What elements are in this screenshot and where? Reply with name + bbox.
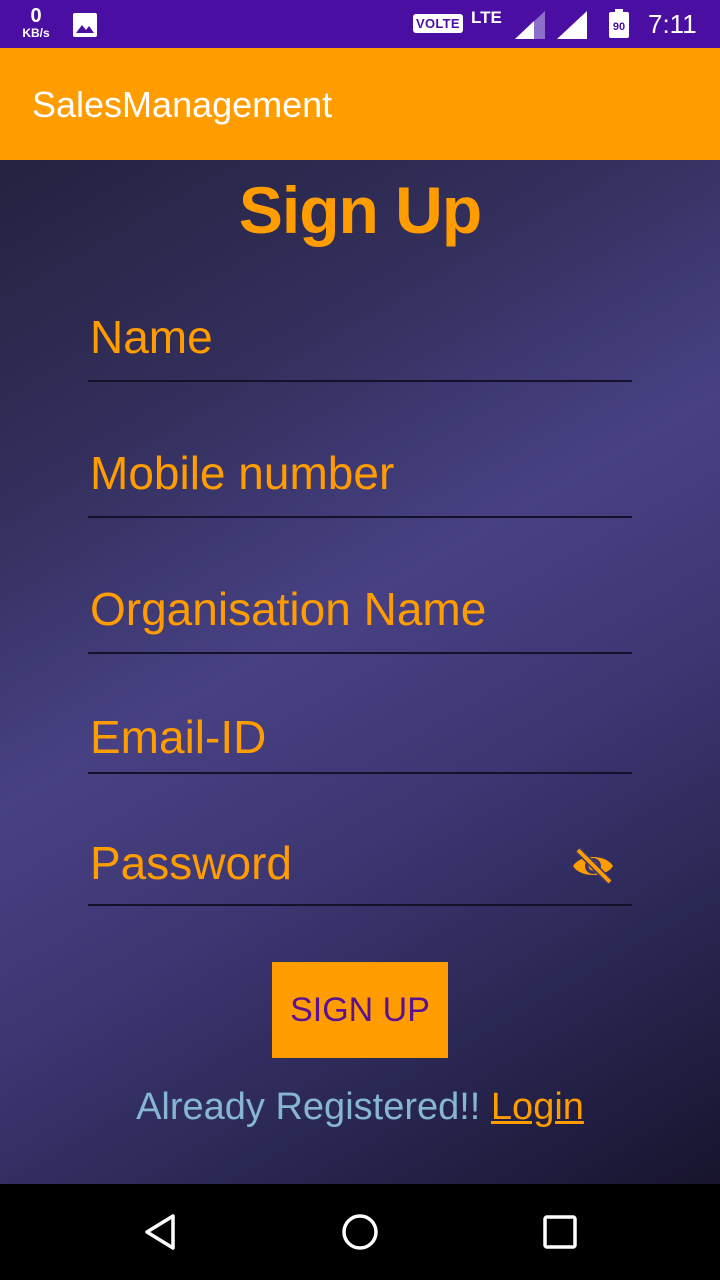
password-field-hint: Password: [90, 837, 292, 889]
lte-indicator: LTE: [471, 8, 502, 27]
battery-level: 90: [613, 21, 625, 33]
recent-apps-icon[interactable]: [542, 1214, 578, 1255]
clock: 7:11: [648, 9, 697, 39]
name-field[interactable]: Name: [88, 310, 632, 382]
home-icon[interactable]: [340, 1212, 380, 1257]
network-speed-value: 0: [30, 5, 42, 27]
network-speed-unit: KB/s: [22, 26, 50, 40]
navigation-bar: [0, 1184, 720, 1280]
mobile-number-field[interactable]: Mobile number: [88, 446, 632, 518]
signal-icon: [556, 10, 588, 45]
app-bar: SalesManagement: [0, 48, 720, 160]
app-title: SalesManagement: [32, 84, 333, 125]
sign-up-button[interactable]: SIGN UP: [272, 962, 448, 1058]
battery-icon: 90: [608, 9, 630, 44]
back-icon[interactable]: [142, 1212, 178, 1257]
login-link[interactable]: Login: [491, 1086, 584, 1128]
login-prompt: Already Registered!! Login: [0, 1086, 720, 1129]
mobile-number-field-hint: Mobile number: [90, 447, 395, 499]
already-registered-text: Already Registered!!: [136, 1086, 491, 1128]
name-field-hint: Name: [90, 311, 213, 363]
network-speed: 0 KB/s: [16, 6, 56, 39]
signup-screen: Sign Up Name Mobile number Organisation …: [0, 160, 720, 1184]
email-field-hint: Email-ID: [90, 711, 267, 763]
organisation-name-field-hint: Organisation Name: [90, 583, 487, 635]
status-bar: 0 KB/s VOLTE LTE 90 7:11: [0, 0, 720, 48]
email-field[interactable]: Email-ID: [88, 710, 632, 774]
page-title: Sign Up: [238, 173, 482, 247]
signal-icon: [514, 10, 546, 45]
organisation-name-field[interactable]: Organisation Name: [88, 582, 632, 654]
volte-badge: VOLTE: [413, 14, 463, 33]
image-notification-icon: [72, 12, 98, 43]
password-visibility-toggle-icon[interactable]: [570, 846, 616, 891]
password-field[interactable]: Password: [88, 836, 632, 906]
